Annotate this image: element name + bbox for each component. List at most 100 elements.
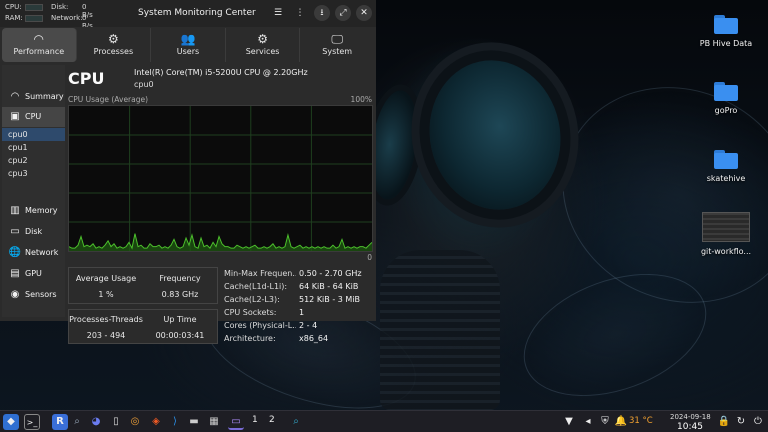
services-icon: ⚙ [257, 32, 268, 46]
memory-icon: ▥ [10, 205, 20, 216]
spec-value: 1 [299, 308, 305, 317]
tab-system[interactable]: 🖵 System [300, 28, 374, 62]
discord-icon[interactable]: ◕ [88, 414, 104, 430]
usage-freq-box: Average Usage 1 % Frequency 0.83 GHz [68, 267, 218, 304]
title-bar[interactable]: CPU: RAM: Disk: 0 B/s Network: 0 B/s Sys… [0, 0, 376, 30]
spec-row: Cores (Physical-L... 2 - 4 [224, 319, 374, 332]
sidebar-item-label: Sensors [25, 290, 57, 299]
shield-icon[interactable]: ⛨ [597, 414, 613, 430]
sidebar-item-label: Summary [25, 92, 64, 101]
folder-icon [714, 150, 738, 169]
sidebar-cpu1[interactable]: cpu1 [2, 141, 65, 154]
spec-row: Min-Max Frequen... 0.50 - 2.70 GHz [224, 267, 374, 280]
search-icon[interactable]: ⌕ [69, 414, 85, 430]
sidebar: ◠ Summary ▣ CPU cpu0 cpu1 cpu2 cpu3 ▥ Memor… [2, 65, 65, 317]
wifi-icon[interactable]: ▼ [561, 414, 577, 430]
expand-icon[interactable]: ⤢ [335, 5, 351, 21]
spec-key: Architecture: [224, 334, 276, 343]
globe-icon: 🌐 [8, 247, 22, 258]
chrome-icon[interactable]: ◎ [127, 414, 143, 430]
system-monitor-icon[interactable]: ▭ [228, 414, 244, 430]
gauge-icon: ◠ [10, 91, 20, 102]
brave-icon[interactable]: ◈ [148, 414, 164, 430]
spec-value: 512 KiB - 3 MiB [299, 295, 360, 304]
processes-threads-value: 203 - 494 [86, 331, 126, 340]
more-icon[interactable]: ⋮ [292, 5, 308, 21]
mini-cpu-label: CPU: [5, 3, 22, 11]
mini-network-label: Network: [51, 14, 83, 22]
average-usage-value: 1 % [98, 290, 114, 299]
graph-title: CPU Usage (Average) [68, 95, 149, 104]
desktop-icon-git-workflow[interactable]: git-workflo... [691, 212, 761, 256]
sidebar-cpu2[interactable]: cpu2 [2, 154, 65, 167]
proc-uptime-box: Processes-Threads 203 - 494 Up Time 00:0… [68, 309, 218, 344]
graph-min-label: 0 [367, 253, 372, 262]
workspace-2[interactable]: 2 [269, 415, 275, 425]
notification-icon[interactable]: 🔔 [613, 414, 629, 430]
temperature: 31 °C [629, 416, 653, 426]
sidebar-cpu3[interactable]: cpu3 [2, 167, 65, 180]
gauge-icon: ◠ [33, 32, 45, 46]
wallpaper-lens [415, 48, 575, 222]
sidebar-item-cpu[interactable]: ▣ CPU [2, 107, 65, 127]
terminal-icon[interactable]: >_ [24, 414, 40, 430]
spec-value: 64 KiB - 64 KiB [299, 282, 359, 291]
sidebar-item-memory[interactable]: ▥ Memory [2, 201, 65, 221]
download-icon[interactable]: ⭳ [314, 5, 330, 21]
tab-processes[interactable]: ⚙ Processes [77, 28, 152, 62]
desktop-icon-label: PB Hive Data [699, 39, 753, 48]
menu-icon[interactable]: ☰ [270, 5, 286, 21]
wallpaper-neck [380, 250, 500, 410]
sidebar-item-network[interactable]: 🌐 Network [2, 243, 65, 263]
average-usage-label: Average Usage [75, 274, 137, 283]
tab-users[interactable]: 👥 Users [151, 28, 226, 62]
spec-key: Cache(L1d-L1i): [224, 282, 288, 291]
desktop-icon-label: git-workflo... [700, 247, 752, 256]
close-icon[interactable]: ✕ [356, 5, 372, 21]
tab-performance[interactable]: ◠ Performance [2, 28, 77, 62]
cpu-icon: ▣ [10, 111, 20, 122]
gears-icon: ⚙ [108, 32, 119, 46]
folder-icon [714, 15, 738, 34]
mini-cpu-graph [25, 4, 43, 11]
uptime-value: 00:00:03:41 [155, 331, 205, 340]
gpu-icon: ▤ [10, 268, 20, 279]
document-icon[interactable]: ▯ [108, 414, 124, 430]
spec-key: Cores (Physical-L... [224, 321, 296, 330]
tab-services[interactable]: ⚙ Services [226, 28, 301, 62]
desktop-icon-gopro[interactable]: goPro [691, 82, 761, 115]
app-title: System Monitoring Center [138, 8, 256, 18]
desktop-icon-skatehive[interactable]: skatehive [691, 150, 761, 183]
refresh-icon[interactable]: ↻ [733, 414, 749, 430]
sidebar-item-label: Memory [25, 206, 58, 215]
date[interactable]: 2024-09-18 [670, 413, 711, 421]
spec-key: Cache(L2-L3): [224, 295, 280, 304]
spec-row: Cache(L2-L3): 512 KiB - 3 MiB [224, 293, 374, 306]
cpu-panel: CPU Intel(R) Core(TM) i5-5200U CPU @ 2.2… [66, 65, 374, 344]
sidebar-item-disk[interactable]: ▭ Disk [2, 222, 65, 242]
calculator-icon[interactable]: ▦ [206, 414, 222, 430]
remmina-icon[interactable]: R [52, 414, 68, 430]
sidebar-item-label: CPU [25, 112, 42, 121]
sidebar-item-gpu[interactable]: ▤ GPU [2, 264, 65, 284]
files-icon[interactable]: ▬ [186, 414, 202, 430]
mini-ram-graph [25, 15, 43, 22]
volume-icon[interactable]: ◂ [580, 414, 596, 430]
desktop-icon-pb-hive-data[interactable]: PB Hive Data [691, 15, 761, 48]
vscode-icon[interactable]: ⟩ [167, 414, 183, 430]
spec-key: CPU Sockets: [224, 308, 277, 317]
cpu-usage-graph [68, 105, 373, 252]
lock-icon[interactable]: 🔒 [716, 414, 732, 430]
search-app-icon[interactable]: ⌕ [288, 414, 304, 430]
sidebar-item-sensors[interactable]: ◉ Sensors [2, 285, 65, 305]
frequency: Frequency 0.83 GHz [143, 272, 217, 301]
time[interactable]: 10:45 [677, 422, 703, 432]
workspace-1[interactable]: 1 [252, 415, 258, 425]
start-menu-icon[interactable]: ◆ [3, 414, 19, 430]
monitor-window: ◠ Performance ⚙ Processes 👥 Users ⚙ Serv… [0, 27, 376, 344]
monitor-icon: 🖵 [331, 32, 343, 46]
sidebar-item-summary[interactable]: ◠ Summary [2, 87, 65, 107]
power-icon[interactable]: ⏻ [750, 414, 766, 430]
users-icon: 👥 [180, 32, 196, 46]
sidebar-cpu0[interactable]: cpu0 [2, 128, 65, 141]
